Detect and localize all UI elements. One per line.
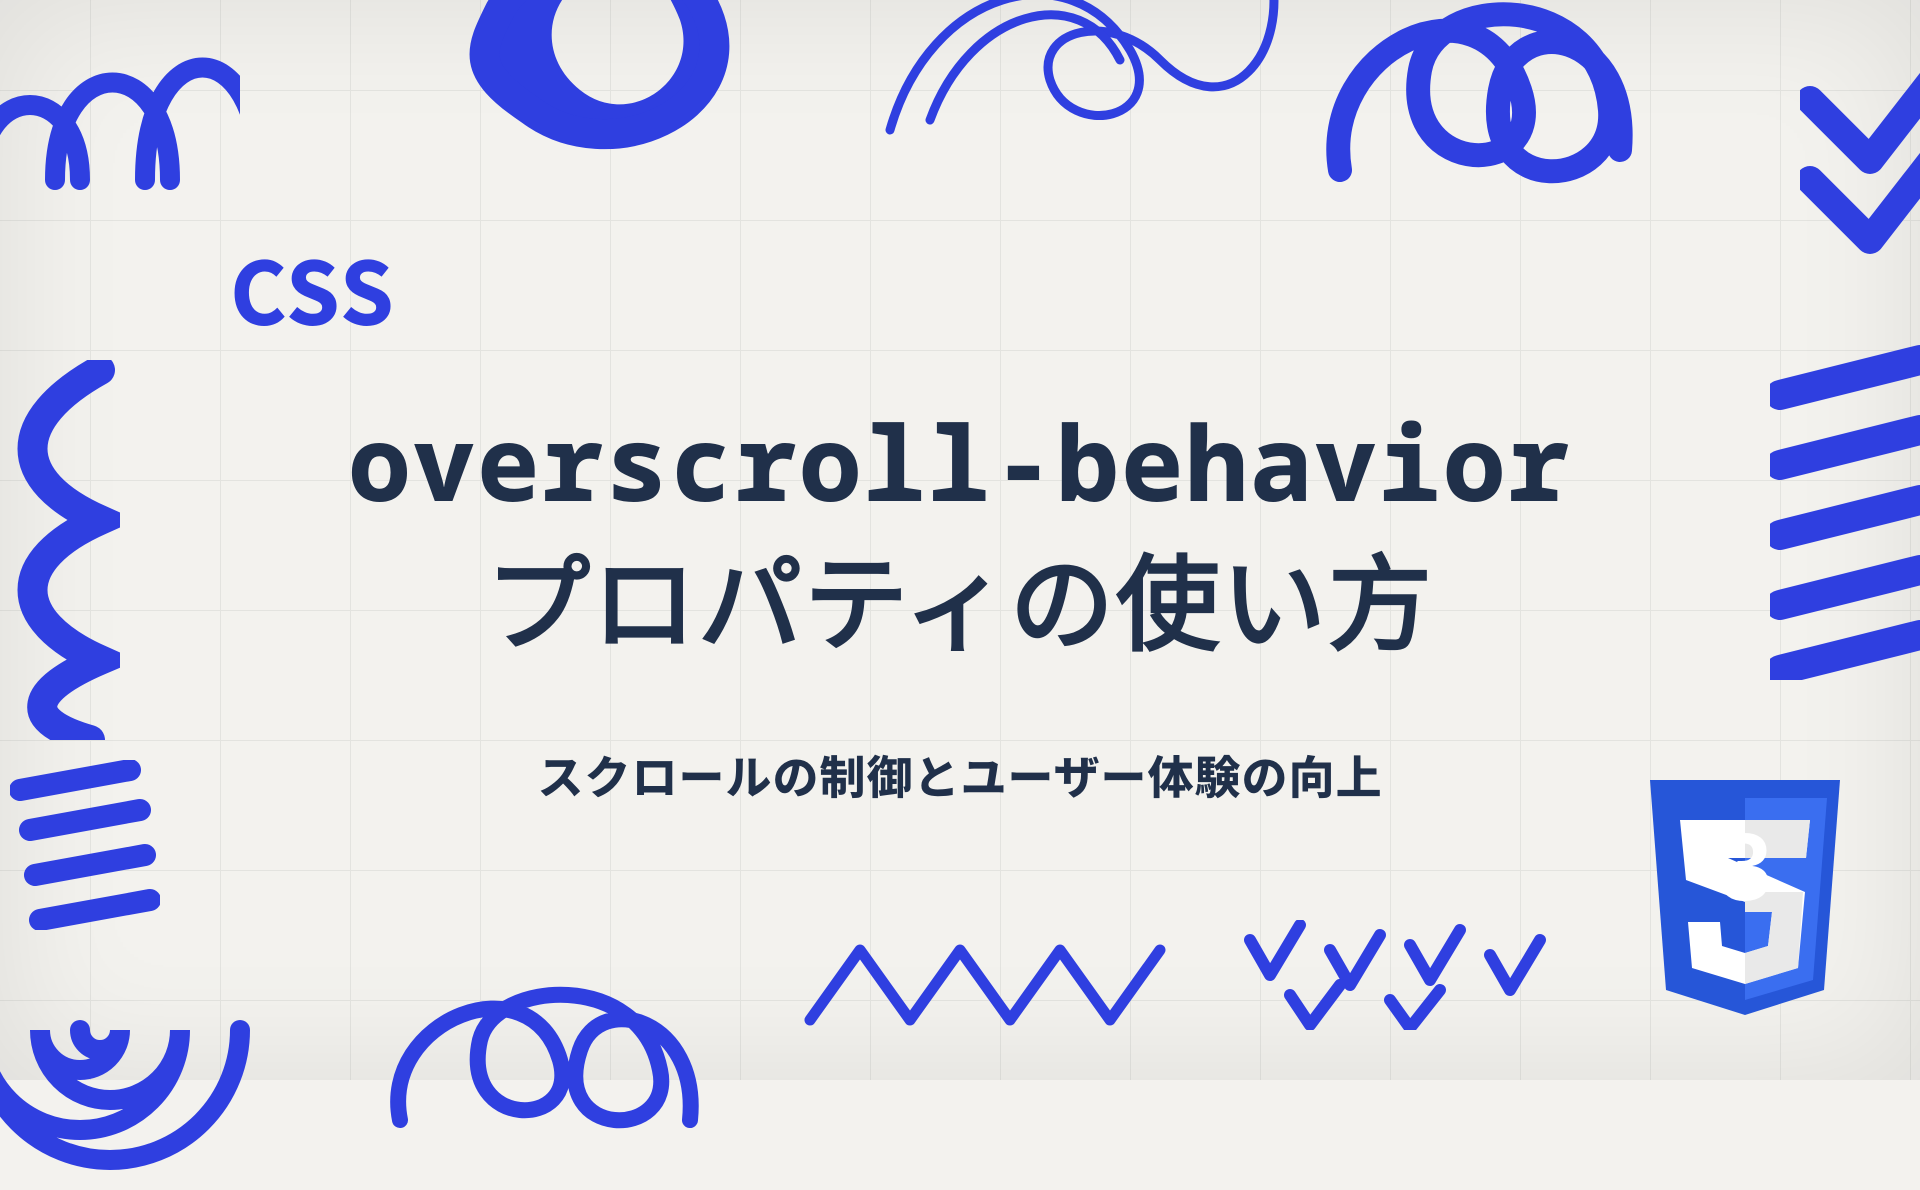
title-line-1: overscroll-behavior xyxy=(348,391,1572,532)
page-title: overscroll-behavior プロパティの使い方 xyxy=(348,392,1572,673)
page-subtitle: スクロールの制御とユーザー体験の向上 xyxy=(537,742,1382,808)
title-line-2: プロパティの使い方 xyxy=(486,531,1434,672)
css3-logo-icon: 3 xyxy=(1630,780,1860,1040)
css3-badge-numeral: 3 xyxy=(1718,814,1771,921)
